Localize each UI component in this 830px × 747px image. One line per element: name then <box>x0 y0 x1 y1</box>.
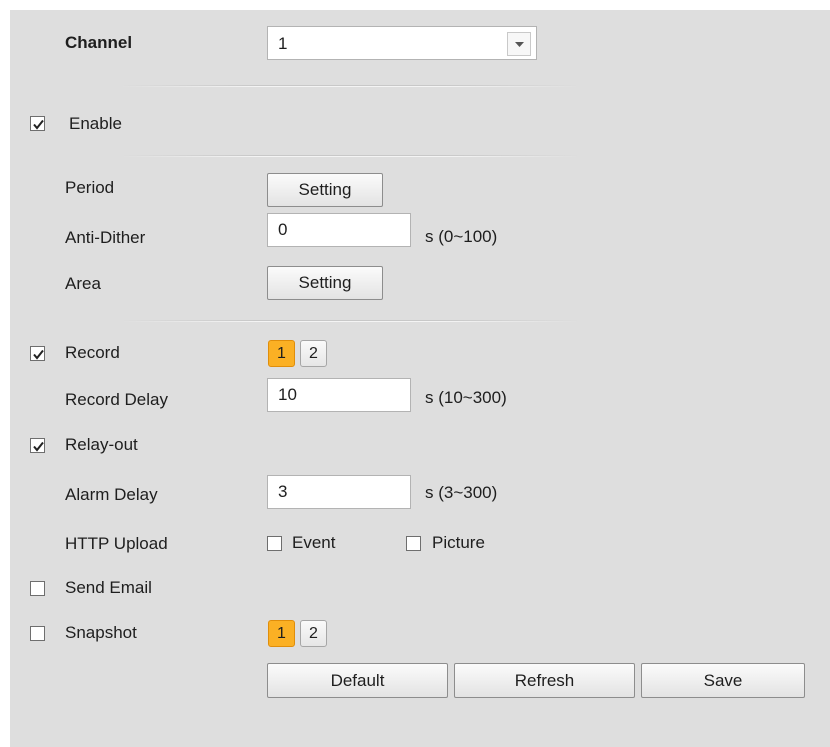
record-label: Record <box>65 343 120 362</box>
checkmark-icon <box>33 119 44 130</box>
snapshot-channel-1-button[interactable]: 1 <box>268 620 295 647</box>
period-label: Period <box>65 178 115 197</box>
alarm-delay-range: s (3~300) <box>425 483 498 502</box>
period-setting-button[interactable]: Setting <box>267 173 383 207</box>
http-upload-event-checkbox[interactable] <box>267 536 282 551</box>
channel-select[interactable]: 1 <box>267 26 537 60</box>
relay-out-label: Relay-out <box>65 435 138 454</box>
divider <box>120 320 580 322</box>
anti-dither-range: s (0~100) <box>425 227 498 246</box>
anti-dither-label: Anti-Dither <box>65 228 146 247</box>
snapshot-label: Snapshot <box>65 623 137 642</box>
snapshot-channel-2-button[interactable]: 2 <box>300 620 327 647</box>
record-delay-label: Record Delay <box>65 390 168 409</box>
record-channel-1-button[interactable]: 1 <box>268 340 295 367</box>
record-delay-range: s (10~300) <box>425 388 507 407</box>
anti-dither-input[interactable] <box>267 213 411 247</box>
http-upload-picture-checkbox[interactable] <box>406 536 421 551</box>
record-channel-2-button[interactable]: 2 <box>300 340 327 367</box>
http-upload-picture-label: Picture <box>432 533 485 552</box>
settings-panel: Channel 1 Enable Period Setting Anti-Dit… <box>10 10 830 747</box>
alarm-delay-input[interactable] <box>267 475 411 509</box>
relay-out-checkbox[interactable] <box>30 438 45 453</box>
refresh-button[interactable]: Refresh <box>454 663 635 698</box>
checkmark-icon <box>33 349 44 360</box>
divider <box>120 85 580 87</box>
area-setting-button[interactable]: Setting <box>267 266 383 300</box>
channel-select-value: 1 <box>278 34 288 53</box>
record-checkbox[interactable] <box>30 346 45 361</box>
chevron-down-icon[interactable] <box>507 32 531 56</box>
divider <box>120 155 580 157</box>
record-delay-input[interactable] <box>267 378 411 412</box>
http-upload-label: HTTP Upload <box>65 534 168 553</box>
snapshot-checkbox[interactable] <box>30 626 45 641</box>
send-email-checkbox[interactable] <box>30 581 45 596</box>
http-upload-event-label: Event <box>292 533 336 552</box>
enable-label: Enable <box>69 114 122 133</box>
default-button[interactable]: Default <box>267 663 448 698</box>
save-button[interactable]: Save <box>641 663 805 698</box>
alarm-delay-label: Alarm Delay <box>65 485 158 504</box>
send-email-label: Send Email <box>65 578 152 597</box>
enable-checkbox[interactable] <box>30 116 45 131</box>
area-label: Area <box>65 274 101 293</box>
channel-label: Channel <box>65 33 133 52</box>
checkmark-icon <box>33 441 44 452</box>
